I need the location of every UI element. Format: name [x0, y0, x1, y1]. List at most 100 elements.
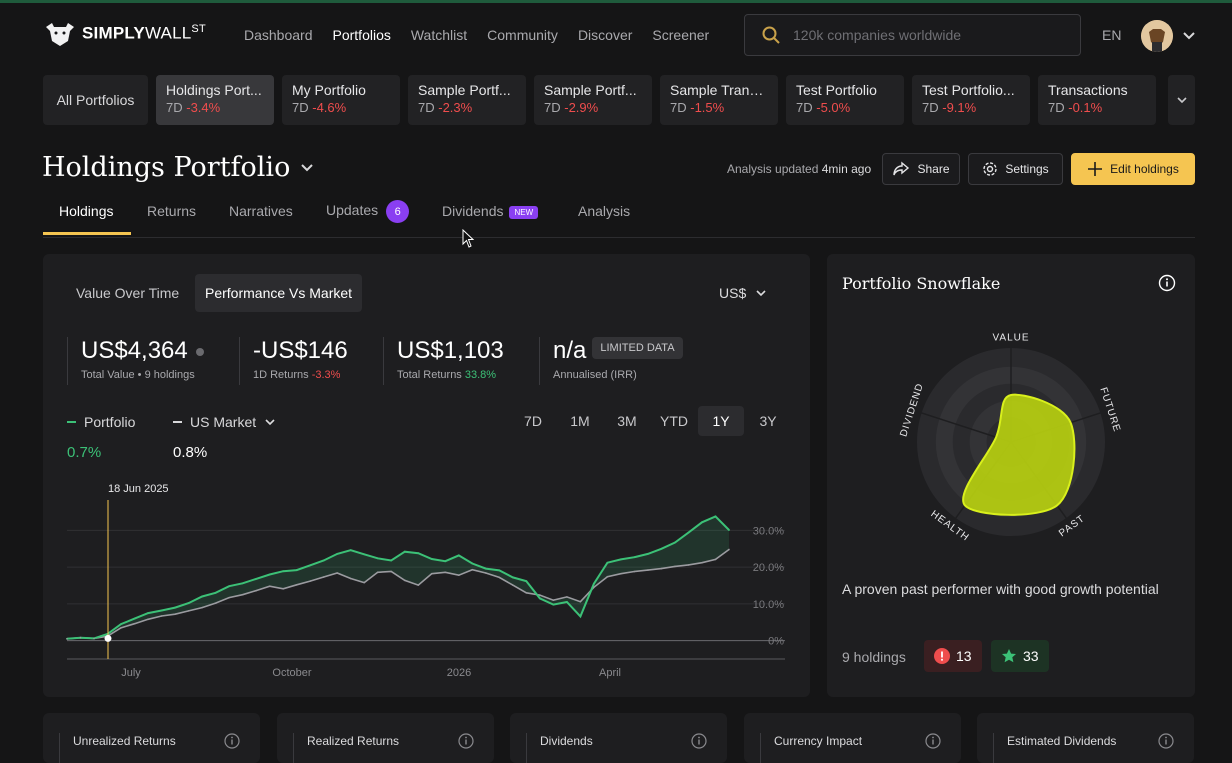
portfolio-point: [282, 570, 285, 573]
tab-dividends[interactable]: Dividends NEW: [442, 203, 539, 219]
portfolio-point: [187, 602, 190, 605]
edit-holdings-button[interactable]: Edit holdings: [1071, 153, 1195, 185]
avatar[interactable]: [1141, 20, 1173, 52]
market-point: [579, 600, 582, 603]
portfolio-period: 7D: [166, 100, 183, 115]
x-tick-label: 2026: [447, 667, 471, 679]
range-ytd[interactable]: YTD: [651, 406, 697, 436]
performance-chart[interactable]: 30.0% 20.0% 10.0% 0% July October 2026 April 18 …: [43, 474, 810, 689]
value-over-time-toggle[interactable]: Value Over Time: [66, 274, 189, 312]
search-input[interactable]: [793, 27, 1063, 43]
tab-holdings[interactable]: Holdings: [59, 203, 113, 219]
portfolio-point: [255, 577, 258, 580]
market-point: [512, 584, 514, 586]
tab-updates[interactable]: Updates 6: [326, 200, 410, 223]
info-icon[interactable]: [1158, 274, 1176, 292]
market-point: [457, 574, 460, 577]
snowflake-chart[interactable]: VALUEFUTUREPASTHEALTHDIVIDEND: [887, 324, 1135, 564]
info-icon[interactable]: [458, 733, 474, 749]
total-returns: US$1,103: [397, 337, 504, 364]
logo[interactable]: SIMPLYWALLST: [44, 19, 206, 47]
portfolio-card[interactable]: Sample Portf... 7D -2.9%: [534, 75, 652, 125]
info-icon[interactable]: [925, 733, 941, 749]
nav-dashboard[interactable]: Dashboard: [244, 27, 313, 43]
y-tick-label: 20.0%: [753, 562, 784, 574]
portfolio-card[interactable]: Sample Trans... 7D -1.5%: [660, 75, 778, 125]
share-button[interactable]: Share: [882, 153, 960, 185]
portfolio-period: 7D: [922, 100, 939, 115]
portfolio-point: [403, 550, 406, 553]
chevron-down-icon[interactable]: [1182, 29, 1196, 43]
holdings-count: 9 holdings: [842, 649, 906, 665]
risks-badge[interactable]: 13: [924, 640, 982, 672]
market-point: [120, 626, 122, 629]
estimated-dividends-card[interactable]: Estimated Dividends: [977, 713, 1194, 763]
info-icon[interactable]: [224, 733, 240, 749]
tab-returns[interactable]: Returns: [147, 203, 196, 219]
nav-screener[interactable]: Screener: [652, 27, 709, 43]
portfolio-point: [417, 552, 420, 555]
range-1y[interactable]: 1Y: [698, 406, 744, 436]
y-tick-label: 10.0%: [753, 599, 784, 611]
portfolio-name: Sample Trans...: [670, 82, 768, 98]
chevron-down-icon: [756, 290, 766, 297]
market-point: [66, 637, 68, 640]
range-3m[interactable]: 3M: [604, 406, 650, 436]
range-7d[interactable]: 7D: [510, 406, 556, 436]
portfolio-line: [66, 515, 730, 640]
realized-returns-card[interactable]: Realized Returns: [277, 713, 494, 763]
settings-button[interactable]: Settings: [968, 153, 1063, 185]
legend-market-select[interactable]: US Market: [173, 414, 276, 430]
portfolio-card[interactable]: Sample Portf... 7D -2.3%: [408, 75, 526, 125]
page-title[interactable]: Holdings Portfolio: [42, 152, 314, 183]
portfolio-card[interactable]: Holdings Port... 7D -3.4%: [156, 75, 274, 125]
nav-community[interactable]: Community: [487, 27, 558, 43]
portfolio-card[interactable]: Test Portfolio... 7D -9.1%: [912, 75, 1030, 125]
performance-vs-market-toggle[interactable]: Performance Vs Market: [195, 274, 363, 312]
portfolio-card[interactable]: Test Portfolio 7D -5.0%: [786, 75, 904, 125]
market-point: [295, 583, 298, 586]
market-point: [349, 577, 352, 580]
nav-discover[interactable]: Discover: [578, 27, 632, 43]
tab-analysis[interactable]: Analysis: [578, 203, 630, 219]
info-icon[interactable]: [1158, 733, 1174, 749]
info-icon[interactable]: [691, 733, 707, 749]
range-1m[interactable]: 1M: [557, 406, 603, 436]
portfolio-point: [201, 595, 204, 598]
portfolio-card[interactable]: Transactions 7D -0.1%: [1038, 75, 1156, 125]
rewards-badge[interactable]: 33: [991, 640, 1049, 672]
all-portfolios-button[interactable]: All Portfolios: [43, 75, 148, 125]
snowflake-description: A proven past performer with good growth…: [842, 581, 1159, 597]
portfolio-change: -9.1%: [942, 100, 977, 115]
market-point: [201, 606, 203, 609]
portfolio-card[interactable]: My Portfolio 7D -4.6%: [282, 75, 400, 125]
nav-portfolios[interactable]: Portfolios: [333, 27, 391, 43]
portfolio-period: 7D: [544, 100, 561, 115]
tab-narratives[interactable]: Narratives: [229, 203, 293, 219]
language-selector[interactable]: EN: [1102, 27, 1121, 43]
snowflake-panel: Portfolio Snowflake VALUE FUTURE PAST HEALT…: [827, 254, 1195, 697]
portfolio-point: [674, 541, 676, 544]
market-point: [160, 615, 163, 617]
more-portfolios-button[interactable]: [1168, 75, 1195, 125]
portfolio-change: -5.0%: [816, 100, 851, 115]
dividends-card[interactable]: Dividends: [510, 713, 727, 763]
x-tick-label: July: [121, 667, 141, 679]
market-point: [485, 572, 487, 574]
range-3y[interactable]: 3Y: [745, 406, 791, 436]
nav-watchlist[interactable]: Watchlist: [411, 27, 467, 43]
portfolio-point: [241, 582, 244, 585]
currency-impact-card[interactable]: Currency Impact: [744, 713, 961, 763]
market-point: [525, 592, 528, 594]
unrealized-returns-card[interactable]: Unrealized Returns: [43, 713, 260, 763]
portfolio-point: [565, 601, 568, 603]
portfolio-name: Test Portfolio: [796, 82, 877, 98]
portfolio-point: [349, 549, 352, 552]
search-box[interactable]: [744, 14, 1081, 56]
portfolio-period: 7D: [292, 100, 309, 115]
x-tick-label: October: [272, 667, 311, 679]
currency-select[interactable]: US$: [719, 285, 767, 301]
market-point: [660, 567, 663, 570]
market-point: [430, 572, 433, 575]
market-point: [309, 580, 311, 582]
